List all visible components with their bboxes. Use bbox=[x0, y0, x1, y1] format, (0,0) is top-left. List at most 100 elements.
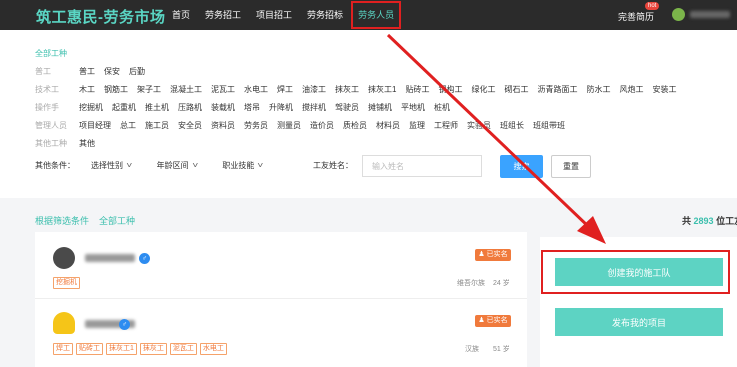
worker-avatar[interactable] bbox=[53, 247, 75, 269]
gender-dropdown[interactable]: 选择性别 ˅ bbox=[91, 160, 132, 171]
job-type-option[interactable]: 平地机 bbox=[401, 102, 425, 113]
job-type-option[interactable]: 安装工 bbox=[652, 84, 676, 95]
list-item[interactable]: ♂ ♟ 已实名 挖掘机 维吾尔族 24 岁 bbox=[35, 232, 527, 296]
job-type-option[interactable]: 后勤 bbox=[129, 66, 145, 77]
job-type-option[interactable]: 普工 bbox=[79, 66, 95, 77]
worker-name-blurred[interactable] bbox=[85, 254, 135, 262]
job-type-option[interactable]: 班组长 bbox=[500, 120, 524, 131]
site-logo[interactable]: 筑工惠民-劳务市场 bbox=[36, 6, 166, 27]
category-row: 普工 普工 保安 后勤 bbox=[35, 66, 154, 77]
publish-project-button[interactable]: 发布我的项目 bbox=[555, 308, 723, 336]
job-type-option[interactable]: 质检员 bbox=[343, 120, 367, 131]
job-type-option[interactable]: 风炮工 bbox=[619, 84, 643, 95]
job-type-option[interactable]: 焊工 bbox=[277, 84, 293, 95]
job-type-option[interactable]: 保安 bbox=[104, 66, 120, 77]
job-type-option[interactable]: 项目经理 bbox=[79, 120, 111, 131]
age-range-dropdown[interactable]: 年龄区间 ˅ bbox=[157, 160, 198, 171]
category-row: 操作手 挖掘机 起重机 推土机 压路机 装载机 塔吊 升降机 搅拌机 驾驶员 摊铺机 平地机 桩机 bbox=[35, 102, 459, 113]
job-type-option[interactable]: 材料员 bbox=[376, 120, 400, 131]
verified-badge: ♟ 已实名 bbox=[475, 315, 511, 327]
list-item[interactable]: ♂ ♟ 已实名 焊工 贴砖工 抹灰工1 抹灰工 泥瓦工 水电工 汉族 51 岁 bbox=[35, 298, 527, 362]
job-type-option[interactable]: 沥青路面工 bbox=[537, 84, 577, 95]
skill-tag: 焊工 bbox=[53, 343, 73, 355]
chevron-down-icon: ˅ bbox=[126, 161, 133, 170]
nav-home[interactable]: 首页 bbox=[172, 0, 190, 30]
job-type-option[interactable]: 起重机 bbox=[112, 102, 136, 113]
filter-summary-value[interactable]: 全部工种 bbox=[99, 214, 135, 227]
job-type-option[interactable]: 泥瓦工 bbox=[211, 84, 235, 95]
main-nav: 首页 劳务招工 项目招工 劳务招标 劳务人员 bbox=[172, 0, 416, 30]
job-type-option[interactable]: 绿化工 bbox=[471, 84, 495, 95]
job-type-option[interactable]: 塔吊 bbox=[244, 102, 260, 113]
top-navigation-bar: 筑工惠民-劳务市场 首页 劳务招工 项目招工 劳务招标 劳务人员 完善简历 ho… bbox=[0, 0, 737, 30]
user-name-blurred[interactable] bbox=[690, 11, 730, 18]
category-label: 技术工 bbox=[35, 85, 59, 94]
job-type-option[interactable]: 推土机 bbox=[145, 102, 169, 113]
job-type-option[interactable]: 劳务员 bbox=[244, 120, 268, 131]
job-type-option[interactable]: 油漆工 bbox=[302, 84, 326, 95]
verified-badge: ♟ 已实名 bbox=[475, 249, 511, 261]
nav-labor-workers[interactable]: 劳务人员 bbox=[351, 1, 402, 29]
job-type-option[interactable]: 总工 bbox=[120, 120, 136, 131]
job-type-option[interactable]: 压路机 bbox=[178, 102, 202, 113]
other-conditions-row: 其他条件： 选择性别 ˅ 年龄区间 ˅ 职业技能 ˅ bbox=[35, 160, 288, 171]
nav-project-recruit[interactable]: 项目招工 bbox=[256, 0, 292, 30]
worker-avatar[interactable] bbox=[53, 312, 75, 334]
job-type-option[interactable]: 安全员 bbox=[178, 120, 202, 131]
job-type-option[interactable]: 桩机 bbox=[434, 102, 450, 113]
job-type-option[interactable]: 班组带班 bbox=[533, 120, 565, 131]
total-suffix: 位工友 bbox=[716, 216, 737, 226]
job-type-option[interactable]: 抹灰工1 bbox=[368, 84, 396, 95]
category-row: 技术工 木工 钢筋工 架子工 混凝土工 泥瓦工 水电工 焊工 油漆工 抹灰工 抹灰工1 贴砖工 钢构工绿… bbox=[35, 84, 685, 95]
job-type-option[interactable]: 造价员 bbox=[310, 120, 334, 131]
job-type-option[interactable]: 测量员 bbox=[277, 120, 301, 131]
nav-labor-bidding[interactable]: 劳务招标 bbox=[307, 0, 343, 30]
category-row: 管理人员 项目经理 总工 施工员 安全员 资料员 劳务员 测量员 造价员 质检员 材料员 监理 工程师实… bbox=[35, 120, 574, 131]
job-type-option[interactable]: 搅拌机 bbox=[302, 102, 326, 113]
job-type-option[interactable]: 工程师 bbox=[434, 120, 458, 131]
job-type-option[interactable]: 架子工 bbox=[137, 84, 161, 95]
skill-tags: 挖掘机 bbox=[53, 277, 83, 289]
worker-age: 51 岁 bbox=[493, 346, 510, 353]
total-prefix: 共 bbox=[682, 216, 692, 226]
job-type-option[interactable]: 贴砖工 bbox=[405, 84, 429, 95]
category-label: 普工 bbox=[35, 67, 51, 76]
verified-label: 已实名 bbox=[486, 317, 508, 324]
skill-tag: 水电工 bbox=[199, 343, 227, 355]
search-button[interactable]: 搜索 bbox=[500, 155, 543, 178]
job-type-option[interactable]: 摊铺机 bbox=[368, 102, 392, 113]
category-label: 操作手 bbox=[35, 103, 59, 112]
job-type-option[interactable]: 混凝土工 bbox=[170, 84, 202, 95]
job-type-option[interactable]: 木工 bbox=[79, 84, 95, 95]
job-type-option[interactable]: 抹灰工 bbox=[335, 84, 359, 95]
job-type-option[interactable]: 施工员 bbox=[145, 120, 169, 131]
job-type-option[interactable]: 装载机 bbox=[211, 102, 235, 113]
filter-summary: 根据筛选条件 全部工种 bbox=[35, 214, 135, 227]
job-type-option[interactable]: 钢筋工 bbox=[104, 84, 128, 95]
complete-resume-link[interactable]: 完善简历 bbox=[618, 10, 654, 23]
total-number: 2893 bbox=[693, 216, 714, 226]
job-type-option[interactable]: 资料员 bbox=[211, 120, 235, 131]
skill-tags: 焊工 贴砖工 抹灰工1 抹灰工 泥瓦工 水电工 bbox=[53, 343, 230, 355]
job-type-option[interactable]: 砌石工 bbox=[504, 84, 528, 95]
job-type-option[interactable]: 钢构工 bbox=[438, 84, 462, 95]
total-count: 共 2893 位工友 bbox=[682, 214, 737, 227]
job-type-option[interactable]: 防水工 bbox=[586, 84, 610, 95]
job-type-option[interactable]: 其他 bbox=[79, 138, 95, 149]
user-avatar[interactable] bbox=[672, 8, 685, 21]
create-team-button[interactable]: 创建我的施工队 bbox=[555, 258, 723, 286]
worker-name-input[interactable] bbox=[362, 155, 482, 177]
job-type-option[interactable]: 升降机 bbox=[269, 102, 293, 113]
job-type-option[interactable]: 监理 bbox=[409, 120, 425, 131]
job-type-option[interactable]: 驾驶员 bbox=[335, 102, 359, 113]
nav-labor-recruit[interactable]: 劳务招工 bbox=[205, 0, 241, 30]
job-type-option[interactable]: 水电工 bbox=[244, 84, 268, 95]
chevron-down-icon: ˅ bbox=[191, 161, 199, 170]
male-gender-icon: ♂ bbox=[119, 319, 130, 330]
job-type-option[interactable]: 挖掘机 bbox=[79, 102, 103, 113]
skill-dropdown[interactable]: 职业技能 ˅ bbox=[222, 160, 263, 171]
reset-button[interactable]: 重置 bbox=[551, 155, 591, 178]
skill-tag: 贴砖工 bbox=[76, 343, 103, 355]
job-type-option[interactable]: 实验员 bbox=[467, 120, 491, 131]
all-job-types-link[interactable]: 全部工种 bbox=[35, 48, 67, 59]
